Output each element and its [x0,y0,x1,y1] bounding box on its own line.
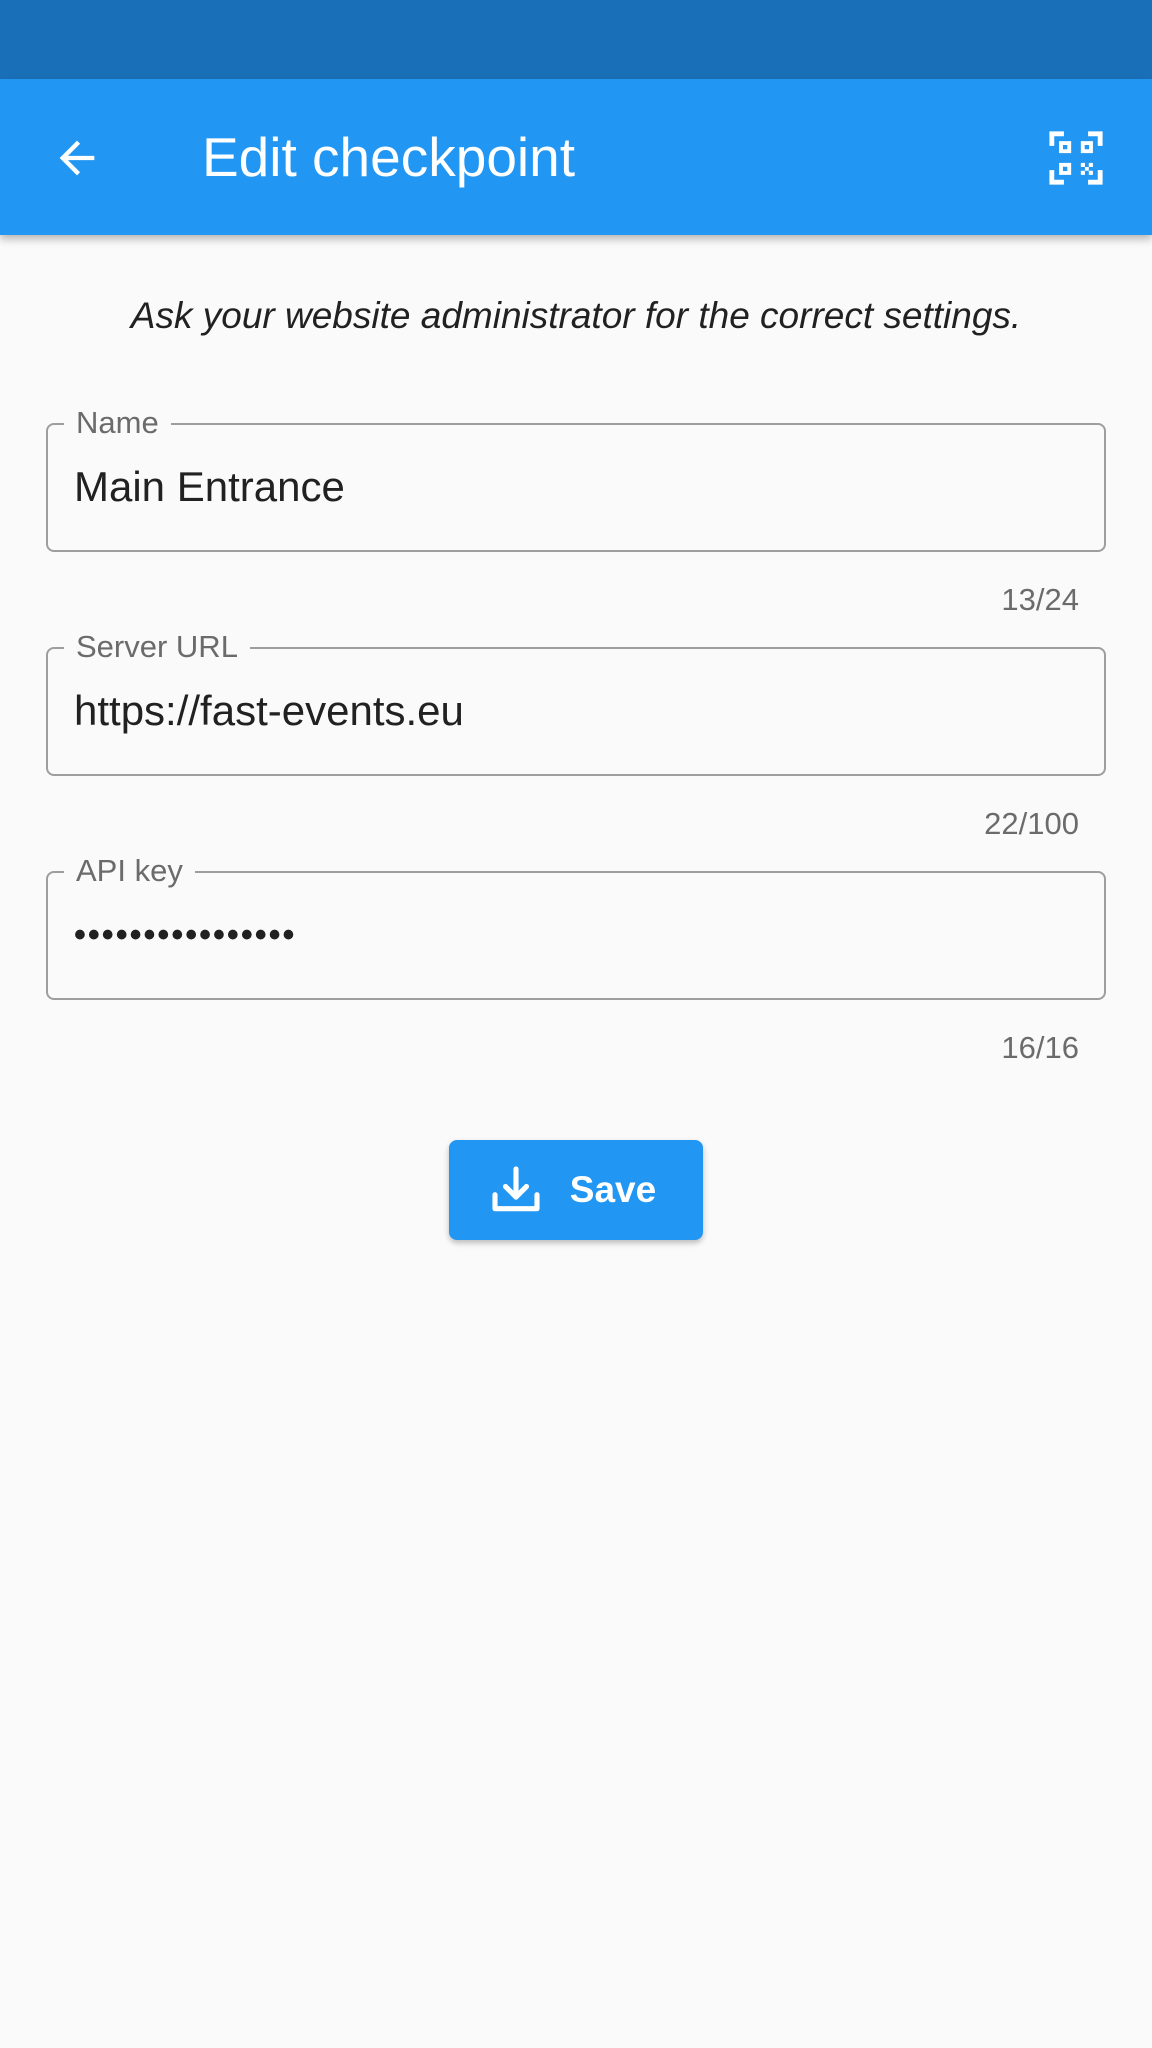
app-bar: Edit checkpoint [0,79,1152,235]
qr-code-scanner-icon [1049,131,1103,185]
server-url-field[interactable]: Server URL https://fast-events.eu [46,625,1106,776]
settings-hint: Ask your website administrator for the c… [130,295,1022,336]
api-key-field[interactable]: API key •••••••••••••••• [46,849,1106,1000]
save-button-label: Save [569,1169,657,1210]
page-title: Edit checkpoint [202,126,575,188]
status-bar [0,0,1152,79]
arrow-back-icon [59,140,95,176]
name-field[interactable]: Name Main Entrance [46,401,1106,552]
api-key-field-value[interactable]: •••••••••••••••• [74,873,296,997]
server-url-field-value[interactable]: https://fast-events.eu [74,649,464,773]
save-button[interactable]: Save [449,1140,703,1240]
name-char-counter: 13/24 [1001,582,1079,617]
download-icon [488,1162,544,1218]
back-button[interactable] [38,119,116,197]
name-field-value[interactable]: Main Entrance [74,425,345,549]
server-url-char-counter: 22/100 [984,806,1079,841]
qr-scan-button[interactable] [1037,119,1115,197]
api-key-char-counter: 16/16 [1001,1030,1079,1065]
